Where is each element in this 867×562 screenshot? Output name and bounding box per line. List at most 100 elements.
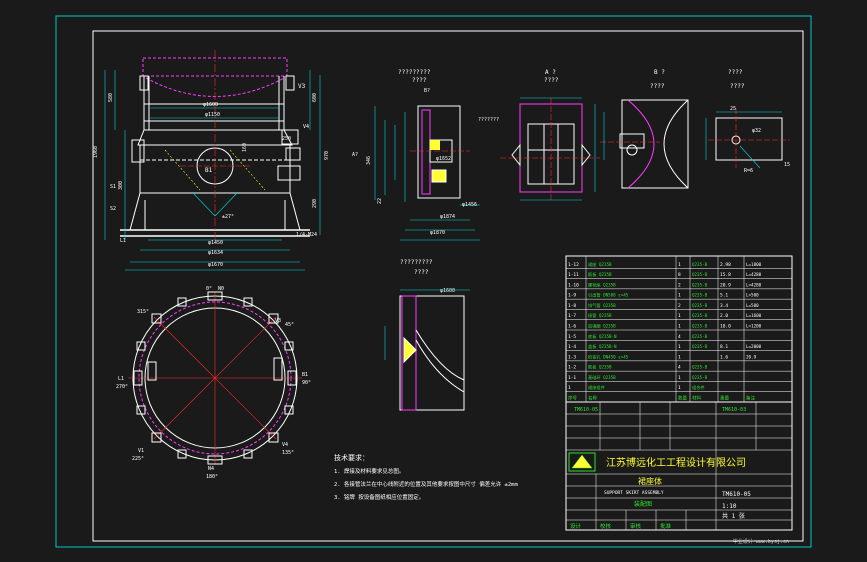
detail-c-view: ???? ???? 25 φ32 R=6 15 [705, 69, 790, 174]
parts-cell: 4 [678, 365, 681, 371]
tb-dwg-no: TM610-05 [574, 407, 598, 413]
parts-header-cell: 材料 [692, 395, 701, 402]
parts-cell: Q235-B [692, 324, 708, 329]
notes-item-2: 2. 各接管法兰在中心线附近的位置及其他要求按图中尺寸 偏差允许 ±2mm [334, 480, 518, 488]
detail-c-subtitle: ???? [730, 83, 745, 90]
parts-cell: 1 [678, 313, 681, 319]
dim-600: 600 [312, 93, 318, 102]
parts-cell: 引出管 DN500 ε=45 [588, 292, 629, 299]
label-s2: S2 [110, 206, 116, 212]
parts-cell: 基础环 Q235B [588, 374, 616, 381]
plan-label-b1: B1 [302, 372, 308, 378]
parts-cell: 2.98 [720, 262, 731, 268]
tech-notes: 技术要求： 1. 焊接及材料要求见总图。 2. 各接管法兰在中心线附近的位置及其… [334, 453, 518, 501]
detail-c-w: 25 [730, 106, 736, 112]
watermark: 毕业设计 www.bysj.cn [732, 539, 789, 545]
parts-cell: Q235-B [692, 262, 708, 267]
parts-cell: 1-2 [568, 365, 576, 371]
dim-base-outer: φ1670 [208, 262, 223, 268]
section-a-arrow-right [581, 143, 591, 167]
parts-cell: 1-6 [568, 324, 576, 330]
parts-cell: 5.1 [720, 293, 728, 299]
parts-cell: Q235-B [692, 282, 708, 287]
plan-label-90deg: 90° [302, 380, 311, 386]
section-a-subtitle: ???? [544, 77, 559, 84]
plan-label-v4: V4 [282, 442, 288, 448]
parts-cell: Q235-B [692, 375, 708, 380]
title-block: 江苏博远化工工程设计有限公司 裙座体 SUPPORT SKIRT ASSEMBL… [565, 401, 793, 531]
drawing-sheet: 共 1 张 [722, 512, 745, 520]
elevation-view: φ1600 φ1150 B1 V3 V4 1960 580 600 970 30… [93, 50, 330, 271]
parts-cell: 18.0 [720, 324, 731, 330]
notes-title: 技术要求： [334, 453, 369, 462]
detail-d-view: ????????? ???? φ1600 [384, 259, 470, 411]
parts-cell: 1-5 [568, 334, 576, 340]
plan-label-v1: V1 [138, 448, 144, 454]
dim-160: 160 [242, 143, 248, 152]
label-pad: 1/4-M24 [296, 232, 317, 238]
parts-cell: 1-9 [568, 293, 576, 299]
parts-header-cell: 名称 [588, 395, 597, 402]
parts-cell: 筋板 Q235B [588, 364, 612, 371]
section-b-lug [619, 133, 645, 149]
parts-cell: 检查孔 DN450 ε=45 [588, 353, 629, 360]
company-name: 江苏博远化工工程设计有限公司 [606, 456, 746, 469]
parts-header-cell: 数量 [678, 395, 687, 402]
label-l1: L1 [120, 238, 126, 244]
parts-table-cells: 1-12 裙座 Q235B 1 Q235-B 2.98 L=18001-11 筋板 Q235… [568, 261, 762, 402]
drawing-scale: 1:10 [722, 503, 737, 510]
plan-view: 0° N0 315° V3 45° L1 270° B1 90° V1 225°… [116, 286, 311, 480]
parts-cell: 1 [568, 385, 571, 391]
parts-cell: 1 [678, 324, 681, 330]
section-b-title: B ? [654, 69, 665, 76]
section-b-subtitle: ???? [650, 83, 665, 90]
detail-a-outline [417, 105, 461, 199]
parts-cell: Q235-B [692, 313, 708, 318]
parts-cell: 1 [678, 344, 681, 350]
parts-table: 1-12 裙座 Q235B 1 Q235-B 2.98 L=18001-11 筋板 Q235… [565, 255, 793, 403]
parts-cell: 20.9 [746, 354, 757, 359]
section-b-arc [627, 99, 655, 189]
drawing-name: 裙座体 [638, 476, 662, 486]
section-b-hole [626, 144, 638, 156]
label-v4: V4 [303, 124, 309, 130]
cad-viewport[interactable]: φ1600 φ1150 B1 V3 V4 1960 580 600 970 30… [0, 0, 867, 562]
plan-label-315deg: 315° [137, 309, 149, 315]
detail-a-weld-2 [430, 140, 440, 150]
role-approve: 批准 [660, 522, 672, 530]
parts-cell: Q235-B [692, 365, 708, 370]
parts-cell: L=4280 [746, 282, 762, 287]
parts-cell: L=1600 [746, 313, 762, 318]
parts-cell: 1-4 [568, 344, 576, 350]
plan-label-v3: V3 [275, 318, 281, 324]
yellow-hatch-1 [164, 149, 201, 191]
detail-c-plate [715, 117, 783, 161]
dim-height-total: 1960 [93, 146, 99, 158]
detail-a-view: ????????? ???? B? A? φ1874 φ1870 φ1456 φ… [352, 69, 480, 241]
plan-label-45deg: 45° [285, 322, 294, 328]
parts-cell: 筋板 Q235B [588, 271, 612, 278]
nozzle-left [131, 139, 145, 163]
section-a-note: ??????? [478, 117, 499, 123]
detail-a-dimensions [374, 106, 480, 241]
parts-cell: 1 [678, 262, 681, 268]
detail-a-d3: φ1456 [462, 202, 477, 208]
plan-label-n4: N4 [208, 466, 214, 472]
parts-cell: 1-8 [568, 303, 576, 309]
dim-angle: ±27° [222, 214, 234, 220]
detail-c-h: φ32 [752, 128, 761, 134]
parts-cell: L=500 [746, 293, 759, 298]
section-b-view: B ? ???? [600, 69, 689, 189]
detail-a-d4: φ1652 [436, 156, 451, 162]
detail-a-label-b: B? [424, 88, 430, 94]
detail-a-d6: 22 [377, 198, 383, 204]
dim-bore: φ1150 [205, 112, 220, 118]
parts-cell: 2.0 [720, 313, 728, 319]
parts-cell: 接管 Q235B [588, 312, 612, 319]
detail-d-subtitle: ???? [414, 269, 429, 276]
parts-cell: Q235-B [692, 303, 708, 308]
parts-cell: Q235-B [692, 293, 708, 298]
dim-base-inner: φ1450 [208, 240, 223, 246]
detail-a-label-a: A? [352, 152, 358, 158]
parts-cell: 排气管 Q235B [588, 302, 616, 309]
